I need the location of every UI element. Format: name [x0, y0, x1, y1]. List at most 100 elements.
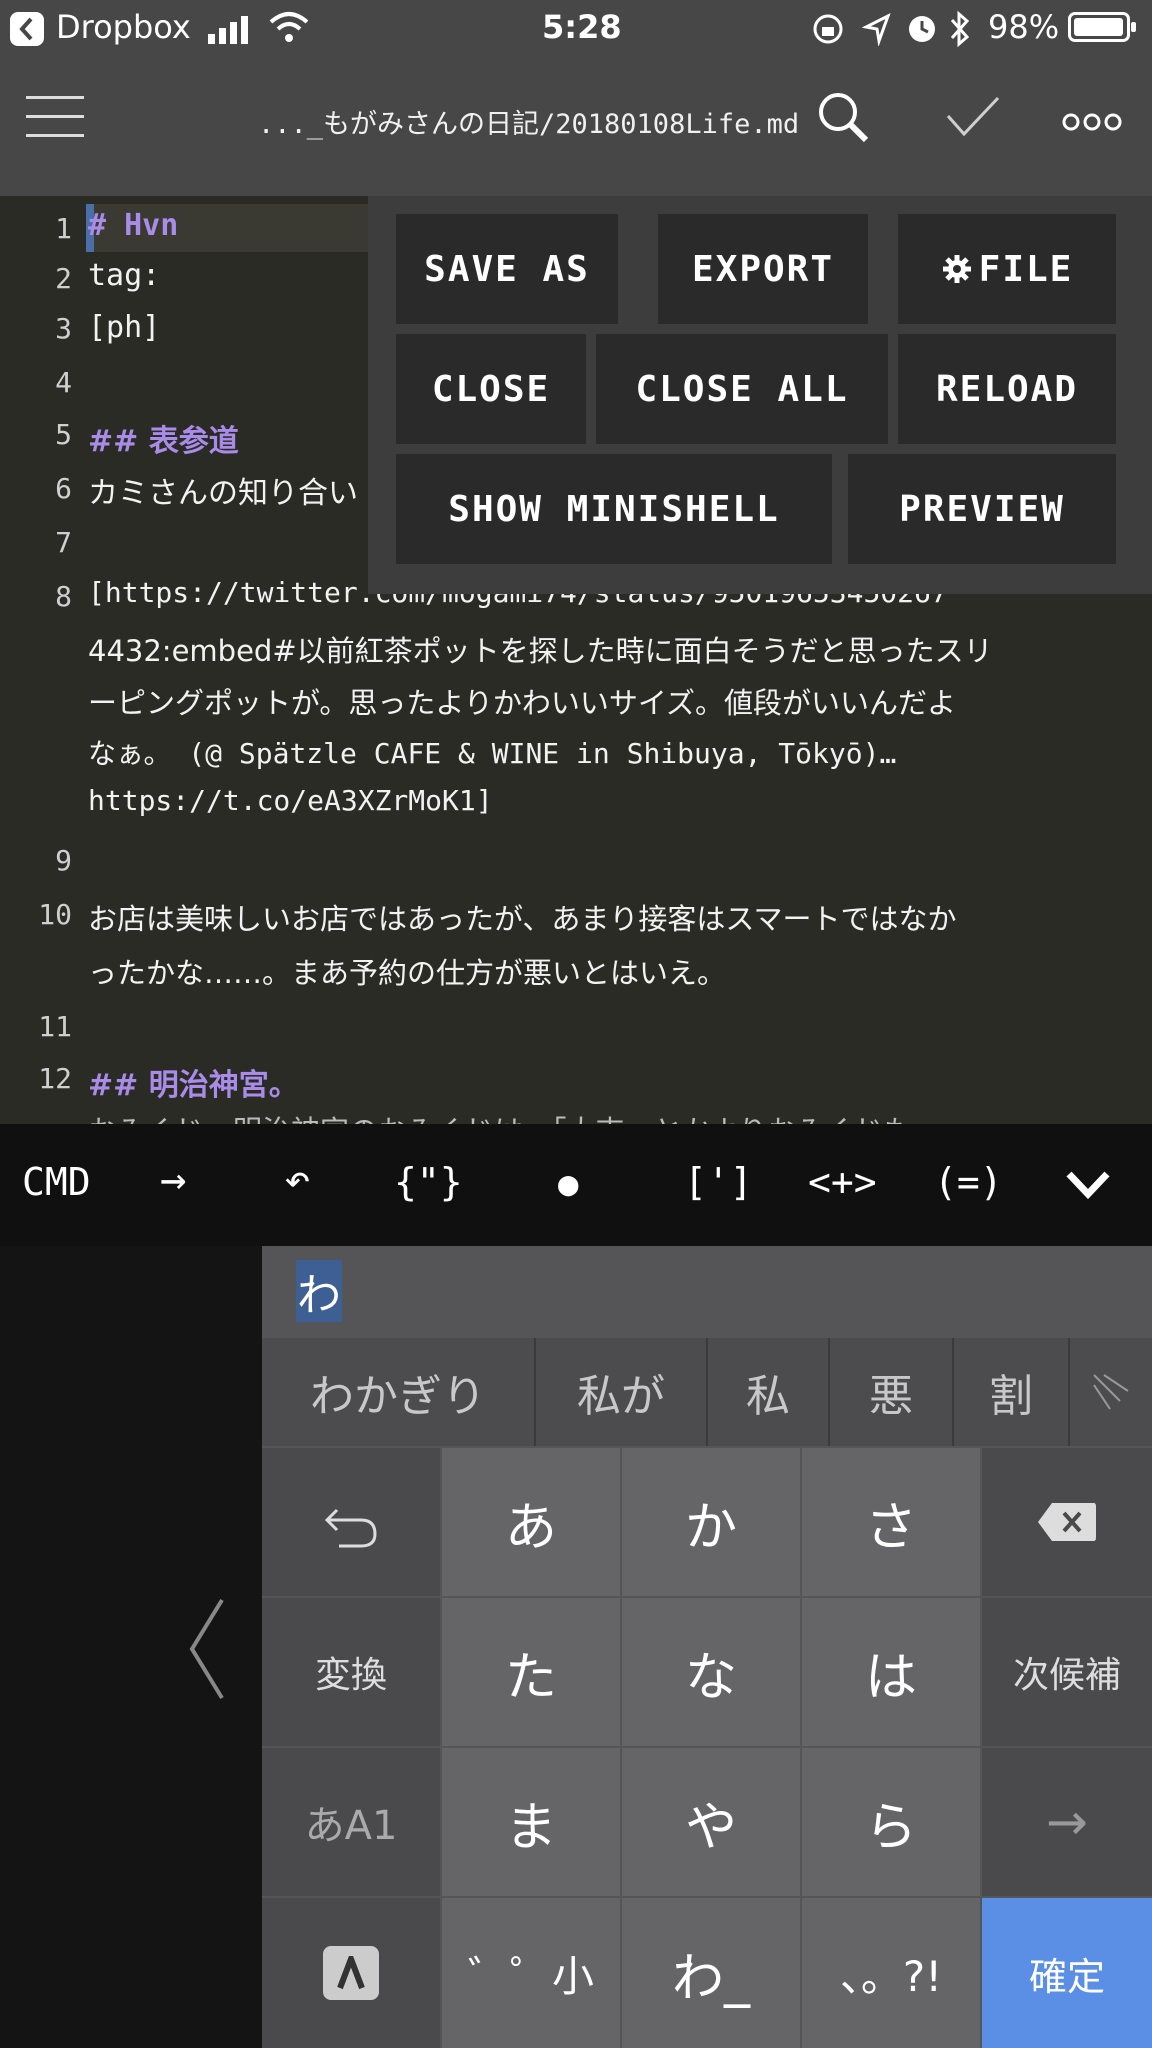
composition-bar: わ	[262, 1246, 1152, 1336]
backspace-icon	[1038, 1503, 1096, 1541]
line-number: 8	[55, 580, 72, 613]
editor-line: [ph]	[88, 310, 161, 345]
editor-line-partial: おみくじ。明治神宮のおみくじは、「大吉」とかよりおみくじも	[88, 1108, 912, 1124]
chevron-left-icon	[189, 1598, 224, 1700]
candidate-item[interactable]: 悪	[830, 1338, 952, 1446]
cmd-key[interactable]: CMD	[22, 1160, 91, 1204]
line-number: 7	[55, 526, 72, 559]
kana-key-ya[interactable]: や	[622, 1748, 800, 1896]
line-number: 1	[55, 212, 72, 245]
kana-key-ka[interactable]: か	[622, 1448, 800, 1596]
preview-button[interactable]: PREVIEW	[848, 454, 1116, 564]
signal-icon	[208, 16, 248, 44]
punctuation-key[interactable]: 、。?!	[802, 1898, 980, 2048]
keyboard-shift-left-button[interactable]	[182, 1594, 232, 1704]
dakuten-key[interactable]: ゛゜小	[442, 1898, 620, 2048]
line-number: 4	[55, 366, 72, 399]
file-path-title[interactable]: ..._もがみさんの日記/20180108Life.md	[258, 102, 799, 141]
hide-keyboard-button[interactable]	[1064, 1164, 1112, 1204]
clock: 5:28	[542, 8, 622, 46]
line-number: 2	[55, 262, 72, 295]
wifi-icon	[269, 12, 309, 42]
export-button[interactable]: EXPORT	[658, 214, 868, 324]
kana-key-ra[interactable]: ら	[802, 1748, 980, 1896]
line-number: 9	[55, 844, 72, 877]
battery-icon	[1068, 12, 1136, 42]
kana-key-na[interactable]: な	[622, 1598, 800, 1746]
candidate-item[interactable]: 私	[708, 1338, 828, 1446]
editor-line: ったかな……。まあ予約の仕方が悪いとはいえ。	[88, 956, 727, 990]
expand-candidates-button[interactable]	[1070, 1338, 1152, 1446]
candidate-bar: わかぎり 私が 私 悪 割	[262, 1338, 1152, 1446]
kana-key-a[interactable]: あ	[442, 1448, 620, 1596]
next-candidate-key[interactable]: 次候補	[982, 1598, 1152, 1746]
kana-key-wa[interactable]: わ_	[622, 1898, 800, 2048]
editor-line: ーピングポットが。思ったよりかわいいサイズ。値段がいいんだよ	[88, 686, 956, 720]
line-number: 12	[38, 1062, 72, 1095]
arrow-key[interactable]: →	[160, 1154, 187, 1205]
cursor-right-key[interactable]: →	[982, 1748, 1152, 1896]
paren-eq-key[interactable]: (=)	[934, 1160, 1003, 1204]
alarm-icon	[909, 16, 935, 42]
editor-line: ## 明治神宮。	[88, 1068, 299, 1103]
keyboard-accessory-bar: CMD → ↶ {"} ● ['] <+> (=)	[0, 1124, 1152, 1246]
save-as-button[interactable]: SAVE AS	[396, 214, 618, 324]
orientation-lock-icon	[813, 14, 843, 44]
hamburger-icon	[26, 96, 84, 137]
search-button[interactable]	[816, 90, 872, 146]
line-number: 10	[38, 898, 72, 931]
editor-line: https://t.co/eA3XZrMoK1]	[88, 784, 493, 817]
undo-icon	[324, 1508, 377, 1548]
japanese-keyboard: わ わかぎり 私が 私 悪 割 あ か さ 変換 た な は 次候補 あA1 ま…	[262, 1246, 1152, 2048]
file-menu-popup: SAVE AS EXPORT FILE CLOSE CLOSE ALL RELO…	[368, 196, 1152, 594]
candidate-item[interactable]: 私が	[536, 1338, 706, 1446]
kana-key-ha[interactable]: は	[802, 1598, 980, 1746]
kana-key-ma[interactable]: ま	[442, 1748, 620, 1896]
bullet-key[interactable]: ●	[558, 1164, 578, 1204]
brace-quote-key[interactable]: {"}	[394, 1160, 463, 1204]
back-app-label: Dropbox	[56, 8, 191, 46]
kana-key-sa[interactable]: さ	[802, 1448, 980, 1596]
undo-key[interactable]	[262, 1448, 440, 1596]
more-icon	[1062, 113, 1122, 131]
editor-line: お店は美味しいお店ではあったが、あまり接客はスマートではなか	[88, 902, 957, 936]
line-number: 5	[55, 418, 72, 451]
editor-line: 4432:embed#以前紅茶ポットを探した時に面白そうだと思ったスリ	[88, 634, 993, 668]
keyboard-app-icon	[323, 1946, 379, 2000]
bracket-quote-key[interactable]: [']	[684, 1160, 753, 1204]
file-button[interactable]: FILE	[898, 214, 1116, 324]
candidate-item[interactable]: 割	[954, 1338, 1068, 1446]
angle-plus-key[interactable]: <+>	[808, 1160, 877, 1204]
close-button[interactable]: CLOSE	[396, 334, 586, 444]
gear-icon	[942, 255, 971, 283]
bluetooth-icon	[950, 10, 970, 48]
status-bar: Dropbox 5:28 98%	[0, 0, 1152, 60]
keyboard-switch-key[interactable]	[262, 1898, 440, 2048]
more-button[interactable]	[1062, 110, 1122, 134]
confirm-key[interactable]: 確定	[982, 1898, 1152, 2048]
editor-line: tag:	[88, 258, 161, 293]
editor-line: カミさんの知り合い	[88, 476, 358, 511]
kana-key-ta[interactable]: た	[442, 1598, 620, 1746]
undo-key[interactable]: ↶	[284, 1154, 311, 1205]
input-mode-key[interactable]: あA1	[262, 1748, 440, 1896]
save-check-button[interactable]	[944, 94, 1002, 142]
reload-button[interactable]: RELOAD	[898, 334, 1116, 444]
close-all-button[interactable]: CLOSE ALL	[596, 334, 888, 444]
henkan-key[interactable]: 変換	[262, 1598, 440, 1746]
menu-button[interactable]	[26, 94, 84, 138]
editor-line: ## 表参道	[88, 424, 239, 459]
chevron-down-icon	[1066, 1171, 1110, 1200]
editor-line: なぁ。 (@ Spätzle CAFE & WINE in Shibuya, T…	[88, 737, 897, 770]
back-to-app-button[interactable]	[10, 12, 44, 46]
keyboard-left-area	[0, 1246, 262, 2048]
location-icon	[862, 12, 891, 46]
line-number: 3	[55, 312, 72, 345]
toolbar: ..._もがみさんの日記/20180108Life.md	[0, 60, 1152, 196]
battery-percent: 98%	[988, 8, 1060, 46]
delete-key[interactable]	[982, 1448, 1152, 1596]
show-minishell-button[interactable]: SHOW MINISHELL	[396, 454, 832, 564]
checkmark-icon	[946, 96, 1000, 137]
candidate-item[interactable]: わかぎり	[262, 1338, 534, 1446]
editor-line: # Hvn	[88, 208, 179, 243]
